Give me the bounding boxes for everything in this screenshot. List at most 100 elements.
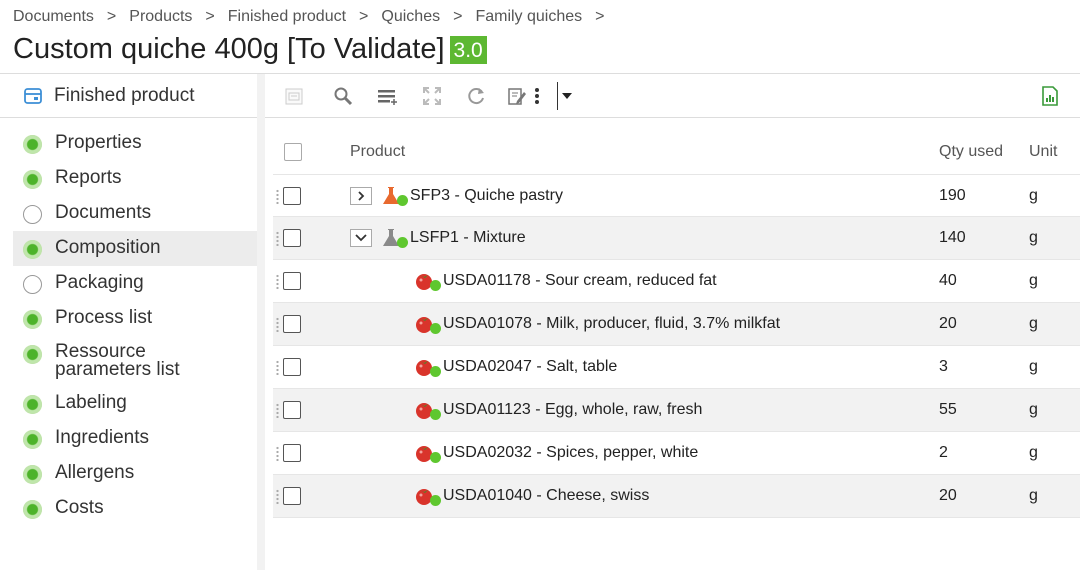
- column-header-qty[interactable]: Qty used: [939, 143, 1003, 161]
- sidebar-header[interactable]: Finished product: [0, 74, 257, 118]
- table-row[interactable]: USDA01078 - Milk, producer, fluid, 3.7% …: [273, 303, 1080, 346]
- product-name[interactable]: USDA02047 - Salt, table: [443, 358, 617, 376]
- qty-cell[interactable]: 40: [939, 272, 957, 290]
- sidebar-item-costs[interactable]: Costs: [13, 491, 257, 526]
- refresh-button[interactable]: [464, 84, 488, 108]
- more-button[interactable]: [531, 84, 543, 108]
- qty-cell[interactable]: 2: [939, 444, 948, 462]
- sidebar-item-reports[interactable]: Reports: [13, 161, 257, 196]
- qty-cell[interactable]: 55: [939, 401, 957, 419]
- sidebar-item-labeling[interactable]: Labeling: [13, 386, 257, 421]
- product-name[interactable]: USDA02032 - Spices, pepper, white: [443, 444, 698, 462]
- title-row: Custom quiche 400g [To Validate] 3.0: [13, 33, 487, 66]
- product-cell: USDA01040 - Cheese, swiss: [414, 486, 649, 506]
- sidebar-item-label: Costs: [55, 497, 104, 518]
- column-header-unit[interactable]: Unit: [1029, 143, 1057, 161]
- drag-handle[interactable]: [276, 446, 279, 461]
- unit-cell[interactable]: g: [1029, 358, 1038, 376]
- sidebar-item-process-list[interactable]: Process list: [13, 301, 257, 336]
- qty-cell[interactable]: 140: [939, 229, 966, 247]
- breadcrumb-products[interactable]: Products: [129, 8, 192, 26]
- row-checkbox[interactable]: [283, 487, 301, 505]
- qty-cell[interactable]: 190: [939, 187, 966, 205]
- sidebar-item-ressource-parameters-list[interactable]: Ressource parameters list: [13, 336, 243, 386]
- sidebar-item-packaging[interactable]: Packaging: [13, 266, 257, 301]
- breadcrumb-finished-product[interactable]: Finished product: [228, 8, 346, 26]
- search-button[interactable]: [331, 84, 355, 108]
- sidebar-item-documents[interactable]: Documents: [13, 196, 257, 231]
- product-name[interactable]: USDA01123 - Egg, whole, raw, fresh: [443, 401, 702, 419]
- fullscreen-button[interactable]: [420, 84, 444, 108]
- breadcrumb-quiches[interactable]: Quiches: [381, 8, 440, 26]
- row-checkbox[interactable]: [283, 272, 301, 290]
- row-checkbox[interactable]: [283, 401, 301, 419]
- product-name[interactable]: USDA01040 - Cheese, swiss: [443, 487, 649, 505]
- row-checkbox[interactable]: [283, 358, 301, 376]
- splitter[interactable]: [257, 74, 265, 570]
- table-row[interactable]: USDA02047 - Salt, table 3 g: [273, 346, 1080, 389]
- drag-handle[interactable]: [276, 489, 279, 504]
- sidebar-item-label: Reports: [55, 167, 122, 188]
- raw-material-icon: [414, 400, 441, 420]
- drag-handle[interactable]: [276, 189, 279, 204]
- unit-cell[interactable]: g: [1029, 229, 1038, 247]
- breadcrumb-separator: >: [359, 8, 369, 25]
- raw-material-icon: [414, 271, 441, 291]
- column-header-product[interactable]: Product: [350, 143, 405, 161]
- table-row[interactable]: USDA01123 - Egg, whole, raw, fresh 55 g: [273, 389, 1080, 432]
- select-all-checkbox[interactable]: [284, 143, 302, 161]
- table-row[interactable]: SFP3 - Quiche pastry 190 g: [273, 174, 1080, 217]
- sidebar-item-ingredients[interactable]: Ingredients: [13, 421, 257, 456]
- more-icon: [535, 88, 539, 104]
- sidebar-item-allergens[interactable]: Allergens: [13, 456, 257, 491]
- sidebar-item-label: Labeling: [55, 392, 127, 413]
- unit-cell[interactable]: g: [1029, 315, 1038, 333]
- sidebar-item-composition[interactable]: Composition: [13, 231, 257, 266]
- toolbar: [265, 74, 1080, 118]
- unit-cell[interactable]: g: [1029, 187, 1038, 205]
- product-name[interactable]: USDA01178 - Sour cream, reduced fat: [443, 272, 717, 290]
- qty-cell[interactable]: 3: [939, 358, 948, 376]
- table-row[interactable]: USDA01178 - Sour cream, reduced fat 40 g: [273, 260, 1080, 303]
- export-excel-icon: [1042, 86, 1058, 106]
- unit-cell[interactable]: g: [1029, 487, 1038, 505]
- row-checkbox[interactable]: [283, 444, 301, 462]
- breadcrumb-documents[interactable]: Documents: [13, 8, 94, 26]
- chevron-down-icon: [355, 234, 367, 242]
- table-row[interactable]: LSFP1 - Mixture 140 g: [273, 217, 1080, 260]
- table-row[interactable]: USDA02032 - Spices, pepper, white 2 g: [273, 432, 1080, 475]
- row-checkbox[interactable]: [283, 315, 301, 333]
- collapse-button[interactable]: [350, 229, 372, 247]
- import-button[interactable]: [282, 84, 306, 108]
- breadcrumb-separator: >: [453, 8, 463, 25]
- dropdown-button[interactable]: [559, 84, 575, 108]
- row-checkbox[interactable]: [283, 186, 301, 205]
- unit-cell[interactable]: g: [1029, 272, 1038, 290]
- drag-handle[interactable]: [276, 274, 279, 289]
- status-empty-icon: [23, 275, 42, 294]
- drag-handle[interactable]: [276, 231, 279, 246]
- drag-handle[interactable]: [276, 317, 279, 332]
- breadcrumb-separator: >: [205, 8, 215, 25]
- qty-cell[interactable]: 20: [939, 315, 957, 333]
- edit-button[interactable]: [505, 84, 529, 108]
- product-name[interactable]: LSFP1 - Mixture: [410, 229, 526, 247]
- refresh-icon: [468, 88, 484, 105]
- product-name[interactable]: SFP3 - Quiche pastry: [410, 187, 563, 205]
- drag-handle[interactable]: [276, 403, 279, 418]
- unit-cell[interactable]: g: [1029, 401, 1038, 419]
- product-cell: USDA01178 - Sour cream, reduced fat: [414, 271, 717, 291]
- export-excel-button[interactable]: [1038, 84, 1062, 108]
- add-list-button[interactable]: [375, 84, 399, 108]
- drag-handle[interactable]: [276, 360, 279, 375]
- unit-cell[interactable]: g: [1029, 444, 1038, 462]
- product-name[interactable]: USDA01078 - Milk, producer, fluid, 3.7% …: [443, 315, 780, 333]
- table-row[interactable]: USDA01040 - Cheese, swiss 20 g: [273, 475, 1080, 518]
- row-checkbox[interactable]: [283, 229, 301, 247]
- chevron-right-icon: [358, 190, 365, 201]
- expand-button[interactable]: [350, 186, 372, 205]
- qty-cell[interactable]: 20: [939, 487, 957, 505]
- sidebar-item-properties[interactable]: Properties: [13, 126, 257, 161]
- breadcrumb-family-quiches[interactable]: Family quiches: [475, 8, 582, 26]
- sidebar-header-label: Finished product: [54, 84, 195, 106]
